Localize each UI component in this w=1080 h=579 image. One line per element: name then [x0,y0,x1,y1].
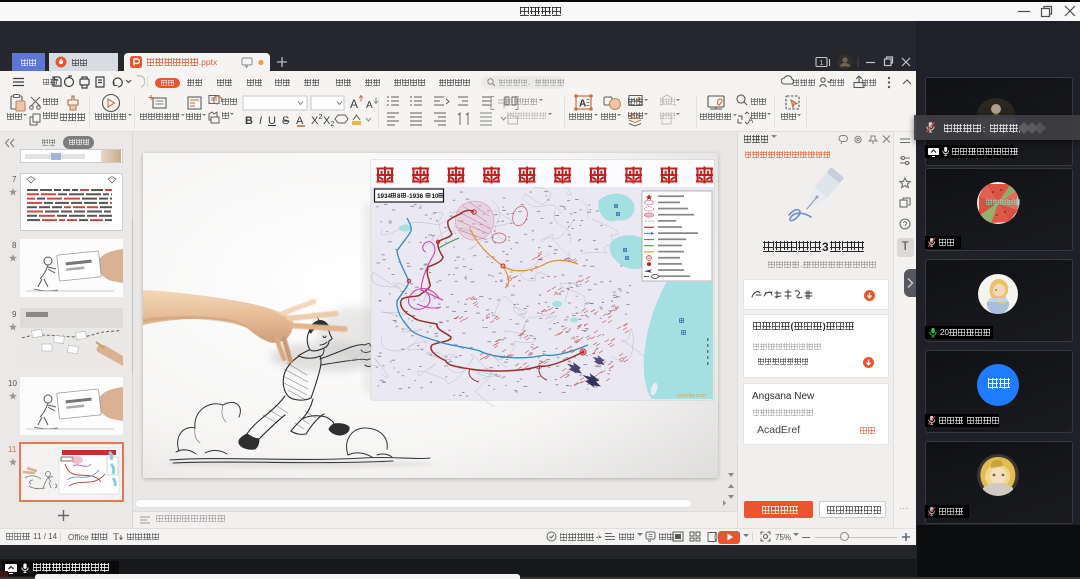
svg-text:-1936: -1936 [407,193,424,200]
svg-text:I: I [259,115,262,127]
svg-text:A: A [579,99,586,110]
svg-text:8: 8 [397,193,401,200]
svg-text:S: S [282,115,289,127]
svg-text:2: 2 [331,121,335,128]
svg-text:xuexila.com: xuexila.com [677,393,706,399]
svg-text:10: 10 [432,193,440,200]
svg-text:B: B [245,115,253,127]
svg-text:2: 2 [319,114,323,121]
svg-text:A: A [350,97,358,111]
svg-text:T: T [113,532,119,542]
svg-text:1934: 1934 [377,193,392,200]
svg-text:A: A [296,115,304,127]
svg-text:A: A [366,100,373,111]
svg-text:U: U [268,115,276,127]
svg-text:1: 1 [819,58,823,67]
